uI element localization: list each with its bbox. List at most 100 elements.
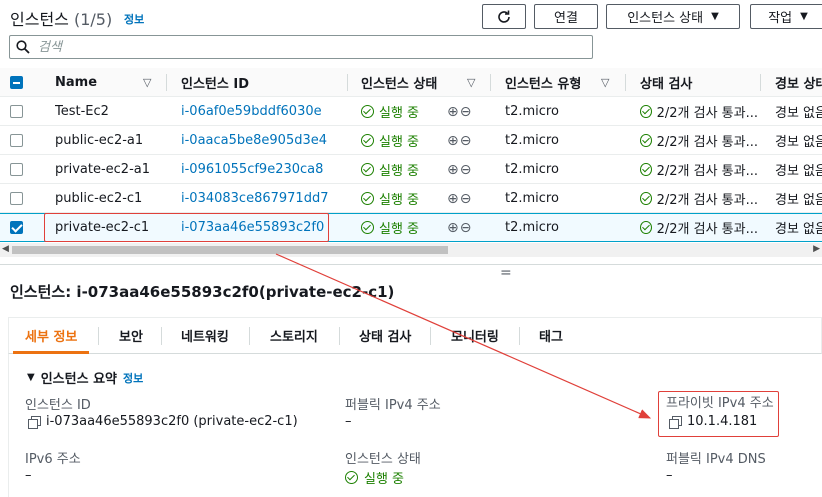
column-header-label: 인스턴스 상태 — [361, 77, 438, 92]
annotation-box-selected-row — [44, 213, 329, 242]
table-row[interactable]: public-ec2-c1 i-034083ce867971dd7 실행 중 ⊕… — [0, 184, 822, 213]
refresh-button[interactable] — [482, 4, 526, 29]
status-check[interactable]: 2/2개 검사 통과... — [640, 184, 758, 213]
horizontal-scrollbar[interactable]: ◀ ▶ — [0, 243, 822, 257]
instance-state: 실행 중 — [361, 155, 419, 184]
row-checkbox[interactable] — [10, 134, 23, 147]
column-divider[interactable] — [347, 74, 348, 91]
zoom-in-out-icons[interactable]: ⊕⊖ — [447, 126, 472, 155]
selection-count: (1/5) — [73, 10, 113, 29]
status-check[interactable]: 2/2개 검사 통과... — [640, 155, 758, 184]
status-check-text: 2/2개 검사 통과... — [656, 106, 758, 121]
table-row[interactable]: private-ec2-a1 i-0961055cf9e230ca8 실행 중 … — [0, 155, 822, 184]
check-circle-icon — [361, 163, 374, 176]
tab-divider — [98, 327, 99, 345]
select-all-checkbox[interactable] — [10, 76, 23, 89]
column-header-label: 인스턴스 유형 — [505, 77, 582, 92]
column-divider[interactable] — [166, 74, 167, 91]
column-header-alarm-status[interactable]: 경보 상태 — [775, 68, 822, 97]
instance-summary-header[interactable]: ▼ 인스턴스 요약 정보 — [27, 368, 143, 388]
scrollbar-thumb[interactable] — [12, 246, 448, 254]
zoom-in-out-icons[interactable]: ⊕⊖ — [447, 214, 472, 241]
copy-icon[interactable] — [28, 416, 41, 429]
instance-id-value: i-073aa46e55893c2f0 (private-ec2-c1) — [28, 414, 298, 429]
scroll-right-icon[interactable]: ▶ — [813, 244, 820, 254]
zoom-in-out-icons[interactable]: ⊕⊖ — [447, 184, 472, 213]
instance-state: 실행 중 — [361, 97, 419, 126]
table-row[interactable]: public-ec2-a1 i-0aaca5be8e905d3e4 실행 중 ⊕… — [0, 126, 822, 155]
search-box[interactable] — [9, 35, 593, 59]
scroll-left-icon[interactable]: ◀ — [2, 244, 9, 254]
table-row[interactable]: Test-Ec2 i-06af0e59bddf6030e 실행 중 ⊕⊖ t2.… — [0, 97, 822, 126]
row-checkbox[interactable] — [10, 192, 23, 205]
column-header-name[interactable]: Name ▽ — [55, 68, 165, 97]
tab-details[interactable]: 세부 정보 — [12, 318, 90, 354]
sort-icon[interactable]: ▽ — [601, 76, 609, 89]
column-divider[interactable] — [760, 74, 761, 91]
refresh-icon — [498, 10, 510, 23]
instance-state-text: 실행 중 — [364, 472, 405, 487]
tab-storage[interactable]: 스토리지 — [270, 318, 318, 353]
summary-info-link[interactable]: 정보 — [123, 370, 143, 386]
zoom-in-out-icons[interactable]: ⊕⊖ — [447, 97, 472, 126]
status-check-text: 2/2개 검사 통과... — [656, 164, 758, 179]
info-link[interactable]: 정보 — [124, 11, 144, 27]
split-divider — [0, 264, 822, 265]
row-checkbox[interactable] — [10, 163, 23, 176]
status-check[interactable]: 2/2개 검사 통과... — [640, 97, 758, 126]
zoom-in-out-icons[interactable]: ⊕⊖ — [447, 155, 472, 184]
status-check-text: 2/2개 검사 통과... — [656, 135, 758, 150]
instance-state-text: 실행 중 — [379, 193, 420, 208]
column-header-label: Name — [55, 75, 98, 90]
row-checkbox[interactable] — [10, 221, 23, 234]
tab-monitoring[interactable]: 모니터링 — [451, 318, 499, 353]
instance-id-link[interactable]: i-0961055cf9e230ca8 — [181, 155, 323, 184]
instance-state-dropdown[interactable]: 인스턴스 상태 ▼ — [606, 4, 740, 29]
alarm-status: 경보 없음 — [775, 135, 822, 150]
actions-dropdown-label: 작업 — [768, 11, 793, 26]
public-ipv4-label: 퍼블릭 IPv4 주소 — [345, 398, 441, 413]
column-header-instance-id[interactable]: 인스턴스 ID — [181, 68, 341, 97]
page-title: 인스턴스 (1/5) — [10, 6, 112, 30]
instance-state-text: 실행 중 — [379, 135, 420, 150]
search-input[interactable] — [38, 39, 538, 55]
tab-divider — [339, 327, 340, 345]
status-check[interactable]: 2/2개 검사 통과... — [640, 214, 758, 241]
instance-name: public-ec2-c1 — [55, 191, 143, 206]
instance-id-link[interactable]: i-034083ce867971dd7 — [181, 184, 328, 213]
check-circle-icon — [640, 105, 652, 118]
status-check[interactable]: 2/2개 검사 통과... — [640, 126, 758, 155]
column-header-instance-type[interactable]: 인스턴스 유형 ▽ — [505, 68, 620, 97]
column-divider[interactable] — [490, 74, 491, 91]
check-circle-icon — [640, 134, 652, 147]
tab-status-checks[interactable]: 상태 검사 — [359, 318, 411, 353]
tab-networking[interactable]: 네트워킹 — [181, 318, 229, 353]
column-header-label: 경보 상태 — [775, 77, 822, 92]
connect-button[interactable]: 연결 — [534, 4, 598, 29]
row-checkbox[interactable] — [10, 105, 23, 118]
tab-security[interactable]: 보안 — [119, 318, 143, 353]
check-circle-icon — [361, 221, 374, 234]
caret-down-icon: ▼ — [27, 372, 35, 383]
actions-dropdown[interactable]: 작업 ▼ — [750, 4, 822, 29]
public-dns-label: 퍼블릭 IPv4 DNS — [666, 452, 766, 467]
column-header-status-check[interactable]: 상태 검사 — [640, 68, 750, 97]
public-ipv4-value: – — [345, 414, 352, 429]
detail-tabs: 세부 정보 보안 네트워킹 스토리지 상태 검사 모니터링 태그 — [8, 317, 822, 354]
alarm-status: 경보 없음 — [775, 193, 822, 208]
annotation-box-private-ip — [658, 391, 779, 437]
column-header-instance-state[interactable]: 인스턴스 상태 ▽ — [361, 68, 491, 97]
instance-id-link[interactable]: i-06af0e59bddf6030e — [181, 97, 322, 126]
check-circle-icon — [345, 471, 358, 484]
instance-id-text: i-073aa46e55893c2f0 (private-ec2-c1) — [46, 414, 298, 429]
column-divider[interactable] — [625, 74, 626, 91]
sort-icon[interactable]: ▽ — [143, 76, 151, 89]
tab-tags[interactable]: 태그 — [539, 318, 563, 353]
check-circle-icon — [361, 134, 374, 147]
resize-handle-icon[interactable]: = — [500, 265, 512, 281]
instance-state-label: 인스턴스 상태 — [345, 452, 421, 467]
check-circle-icon — [361, 192, 374, 205]
instance-id-link[interactable]: i-0aaca5be8e905d3e4 — [181, 126, 327, 155]
sort-icon[interactable]: ▽ — [467, 76, 475, 89]
public-dns-value: – — [666, 468, 673, 483]
